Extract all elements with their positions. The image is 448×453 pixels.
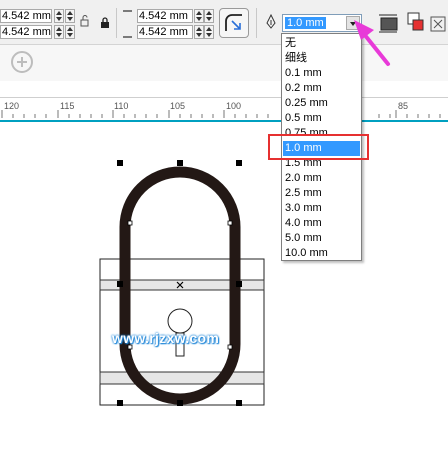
width-spinner-2b[interactable]	[65, 25, 75, 39]
bottom-band-rect[interactable]	[99, 371, 265, 385]
wrap-icon[interactable]	[430, 16, 448, 34]
dropdown-option[interactable]: 4.0 mm	[283, 216, 360, 231]
lock-icon[interactable]	[100, 17, 110, 29]
dropdown-option[interactable]: 0.2 mm	[283, 81, 360, 96]
outline-width-value: 1.0 mm	[285, 17, 326, 29]
corner-round-icon	[225, 14, 242, 31]
dropdown-option[interactable]: 0.5 mm	[283, 111, 360, 126]
corner-bracket-icon	[123, 10, 132, 38]
plus-icon	[17, 57, 27, 67]
corner-round-button[interactable]	[219, 8, 249, 38]
dropdown-option[interactable]: 2.5 mm	[283, 186, 360, 201]
dropdown-option[interactable]: 0.25 mm	[283, 96, 360, 111]
ruler-ticks	[1, 110, 441, 118]
height-field-1[interactable]: 4.542 mm	[137, 9, 193, 23]
separator	[256, 8, 257, 38]
height-spinner-1[interactable]	[194, 9, 204, 23]
height-spinner-1b[interactable]	[204, 9, 214, 23]
height-field-2[interactable]: 4.542 mm	[137, 25, 193, 39]
dropdown-option[interactable]: 5.0 mm	[283, 231, 360, 246]
drawing-canvas[interactable]	[0, 120, 448, 453]
watermark: www.rjzxw.com	[112, 330, 220, 346]
highlight-annotation-box	[268, 134, 369, 160]
separator	[116, 8, 117, 38]
pen-color-icon[interactable]	[407, 12, 425, 32]
dropdown-option[interactable]: 3.0 mm	[283, 201, 360, 216]
width-spinner-1[interactable]	[54, 9, 64, 23]
width-spinner-1b[interactable]	[65, 9, 75, 23]
outline-pen-icon	[266, 14, 276, 29]
width-spinner-2[interactable]	[54, 25, 64, 39]
height-spinner-2[interactable]	[194, 25, 204, 39]
width-field-1[interactable]: 4.542 mm	[0, 9, 52, 23]
dropdown-option[interactable]: 10.0 mm	[283, 246, 360, 261]
horizontal-ruler[interactable]: 120 115 110 105 100 85	[0, 97, 448, 122]
width-field-2[interactable]: 4.542 mm	[0, 25, 52, 39]
dropdown-option[interactable]: 0.1 mm	[283, 66, 360, 81]
height-spinner-2b[interactable]	[204, 25, 214, 39]
dropdown-option[interactable]: 2.0 mm	[283, 171, 360, 186]
arrow-annotation-icon	[354, 20, 390, 66]
add-page-button[interactable]	[11, 51, 33, 73]
unlock-icon[interactable]	[80, 15, 90, 27]
